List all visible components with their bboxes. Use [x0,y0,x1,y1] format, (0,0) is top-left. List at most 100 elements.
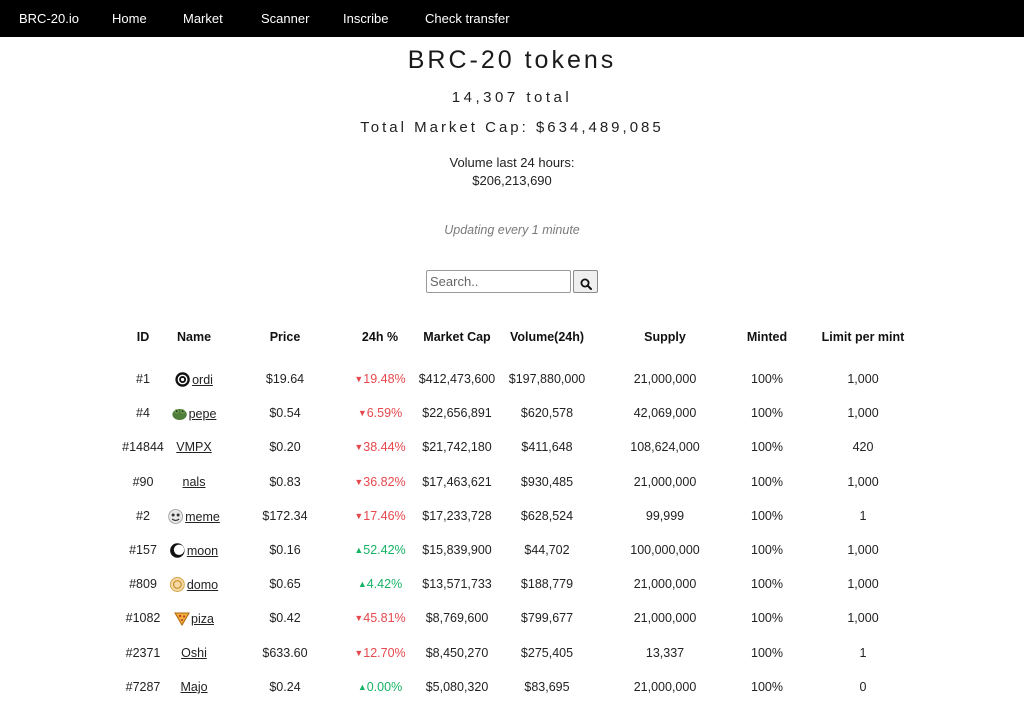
caret-down-icon: ▼ [354,374,364,384]
cell-name: pepe [172,406,217,424]
cell-minted: 100% [751,406,783,420]
nav-check-transfer[interactable]: Check transfer [425,0,510,37]
cell-minted: 100% [751,509,783,523]
nav-inscribe[interactable]: Inscribe [343,0,389,37]
cell-market-cap: $412,473,600 [418,372,496,386]
update-notice: Updating every 1 minute [444,223,580,237]
cell-minted: 100% [751,475,783,489]
cell-minted: 100% [751,611,783,625]
token-name-link[interactable]: piza [191,612,214,626]
cell-minted: 100% [751,680,783,694]
cell-id: #1 [136,372,150,386]
cell-minted: 100% [751,372,783,386]
cell-price: $0.16 [269,543,301,557]
cell-volume: $411,648 [521,440,573,454]
nav-market[interactable]: Market [183,0,223,37]
token-name-link[interactable]: Majo [180,680,207,694]
token-name-link[interactable]: Oshi [181,646,207,660]
brand-link[interactable]: BRC-20.io [19,0,79,37]
total-market-cap: Total Market Cap: $634,489,085 [360,119,664,136]
header-col-volume: Volume(24h) [509,330,585,344]
change-value: 19.48% [363,372,406,386]
token-name-link[interactable]: moon [187,544,218,558]
cell-limit: 0 [859,680,867,694]
cell-name: Oshi [181,646,207,660]
cell-market-cap: $13,571,733 [422,577,492,591]
page-title: BRC-20 tokens [407,46,617,74]
header-col-name: Name [176,330,212,344]
change-value: 38.44% [363,440,406,454]
header-col-minted: Minted [746,330,788,344]
token-name-link[interactable]: pepe [189,407,217,421]
change-value: 52.42% [363,543,406,557]
token-name-link[interactable]: nals [183,475,206,489]
cell-volume: $620,578 [520,406,574,420]
token-name-link[interactable]: ordi [192,373,213,387]
header-col-24h: 24h % [361,330,399,344]
nav-scanner[interactable]: Scanner [261,0,309,37]
header-col-id: ID [136,330,150,344]
change-value: 0.00% [366,680,403,694]
cell-24h: ▼19.48% [354,372,405,386]
pizza-icon [174,611,190,627]
cell-minted: 100% [751,543,783,557]
cell-market-cap: $5,080,320 [425,680,489,694]
header-col-supply: Supply [644,330,686,344]
cell-24h: ▼45.81% [354,611,405,625]
caret-up-icon: ▲ [357,579,367,589]
cell-price: $0.20 [269,440,301,454]
token-name-link[interactable]: meme [185,510,220,524]
volume-label: Volume last 24 hours: [449,155,575,170]
caret-down-icon: ▼ [354,648,364,658]
cell-volume: $930,485 [520,475,574,489]
moon-icon [170,543,185,558]
header-col-market-cap: Market Cap [423,330,491,344]
cell-volume: $197,880,000 [508,372,586,386]
cell-price: $0.65 [269,577,301,591]
cell-supply: 21,000,000 [633,475,697,489]
cell-price: $0.24 [269,680,301,694]
header-col-price: Price [269,330,301,344]
caret-down-icon: ▼ [354,442,364,452]
cell-id: #1082 [125,611,161,625]
nav-home[interactable]: Home [112,0,147,37]
token-name-link[interactable]: domo [187,578,218,592]
cell-24h: ▼38.44% [354,440,405,454]
cell-supply: 21,000,000 [633,611,697,625]
cell-limit: 1 [859,646,867,660]
cell-supply: 108,624,000 [630,440,700,454]
cell-price: $0.54 [269,406,301,420]
cell-minted: 100% [751,646,783,660]
change-value: 12.70% [363,646,406,660]
cell-id: #7287 [125,680,161,694]
cell-market-cap: $8,450,270 [425,646,489,660]
cell-supply: 13,337 [645,646,685,660]
total-count: 14,307 total [451,89,573,106]
token-name-link[interactable]: VMPX [176,440,211,454]
cell-limit: 1,000 [847,406,879,420]
search-button[interactable] [573,270,598,293]
cell-id: #2371 [125,646,161,660]
header-col-limit: Limit per mint [821,330,905,344]
cell-limit: 1,000 [847,611,879,625]
cell-price: $633.60 [262,646,308,660]
cell-limit: 420 [852,440,874,454]
cell-limit: 1,000 [847,475,879,489]
search-icon [580,278,592,290]
cell-id: #4 [136,406,150,420]
cell-id: #157 [129,543,157,557]
ordi-icon [175,372,190,387]
cell-limit: 1,000 [847,543,879,557]
caret-down-icon: ▼ [354,511,364,521]
search-input[interactable] [426,270,571,293]
domo-icon [169,577,185,592]
cell-price: $19.64 [265,372,305,386]
meme-icon [168,509,184,524]
change-value: 45.81% [363,611,406,625]
cell-24h: ▼17.46% [354,509,405,523]
cell-supply: 100,000,000 [630,543,700,557]
change-value: 4.42% [366,577,403,591]
cell-24h: ▼36.82% [354,475,405,489]
cell-price: $0.42 [269,611,301,625]
caret-down-icon: ▼ [357,408,367,418]
